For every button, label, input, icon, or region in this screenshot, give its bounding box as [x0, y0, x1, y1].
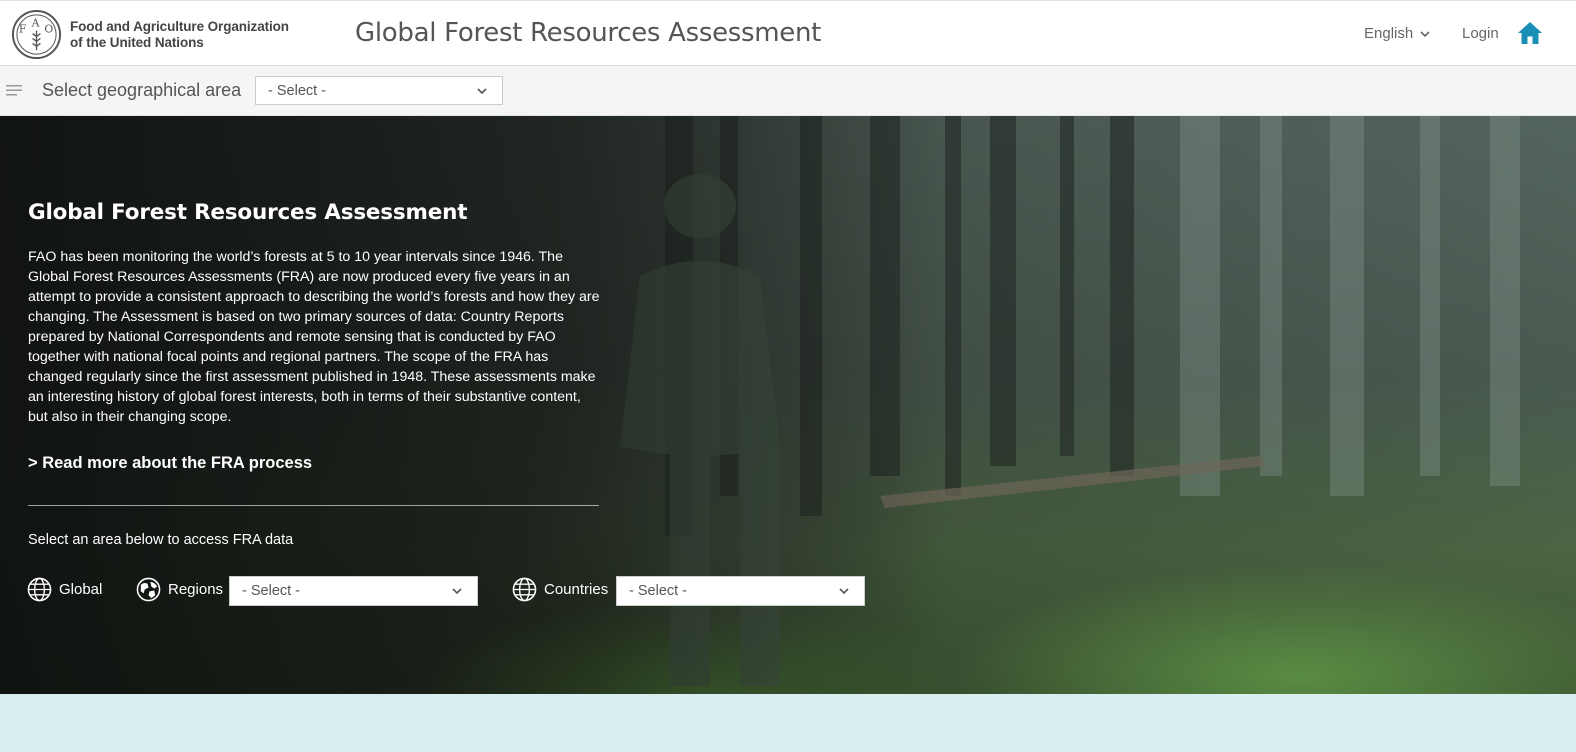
- geo-area-select[interactable]: - Select -: [255, 76, 503, 105]
- org-name-line2: of the United Nations: [70, 34, 204, 50]
- regions-label: Regions: [168, 581, 224, 598]
- svg-text:A: A: [31, 17, 40, 30]
- countries-select[interactable]: - Select -: [616, 576, 865, 606]
- hero-title: Global Forest Resources Assessment: [28, 200, 468, 225]
- home-icon[interactable]: [1517, 20, 1543, 46]
- svg-text:O: O: [44, 23, 53, 36]
- regions-link[interactable]: Regions: [136, 577, 223, 602]
- chevron-down-icon: [1420, 30, 1430, 37]
- global-link[interactable]: Global: [27, 577, 102, 602]
- bottom-section: [0, 694, 1576, 752]
- regions-select[interactable]: - Select -: [229, 576, 478, 606]
- org-name: Food and Agriculture Organization of the…: [70, 19, 289, 51]
- geo-area-bar: Select geographical area - Select -: [0, 66, 1576, 116]
- geo-area-label: Select geographical area: [42, 80, 242, 100]
- select-area-prompt: Select an area below to access FRA data: [28, 532, 294, 548]
- login-link[interactable]: Login: [1462, 25, 1499, 42]
- countries-label: Countries: [544, 581, 609, 598]
- site-title: Global Forest Resources Assessment: [355, 18, 822, 48]
- regions-select-value: - Select -: [242, 583, 301, 599]
- hero-divider: [28, 505, 599, 506]
- hero-banner: Global Forest Resources Assessment FAO h…: [0, 116, 1576, 694]
- chevron-down-icon: [839, 588, 849, 595]
- chevron-down-icon: [477, 87, 487, 94]
- globe-grid-icon: [27, 577, 52, 602]
- read-more-link[interactable]: > Read more about the FRA process: [28, 454, 312, 473]
- org-name-line1: Food and Agriculture Organization: [70, 18, 289, 34]
- geo-area-select-value: - Select -: [268, 82, 327, 99]
- globe-grid-icon: [512, 577, 537, 602]
- site-header: F A O Food and Agriculture Organization …: [0, 0, 1576, 66]
- hero-description: FAO has been monitoring the world’s fore…: [28, 249, 600, 425]
- language-label: English: [1364, 25, 1414, 42]
- chevron-down-icon: [452, 588, 462, 595]
- countries-select-value: - Select -: [629, 583, 688, 599]
- svg-text:F: F: [19, 23, 27, 36]
- global-label: Global: [59, 581, 103, 598]
- fao-emblem-icon: F A O: [11, 9, 62, 60]
- globe-regions-icon: [136, 577, 161, 602]
- menu-icon[interactable]: [6, 84, 22, 97]
- fao-logo[interactable]: F A O Food and Agriculture Organization …: [11, 9, 289, 60]
- language-selector[interactable]: English: [1364, 25, 1431, 42]
- countries-link[interactable]: Countries: [512, 577, 608, 602]
